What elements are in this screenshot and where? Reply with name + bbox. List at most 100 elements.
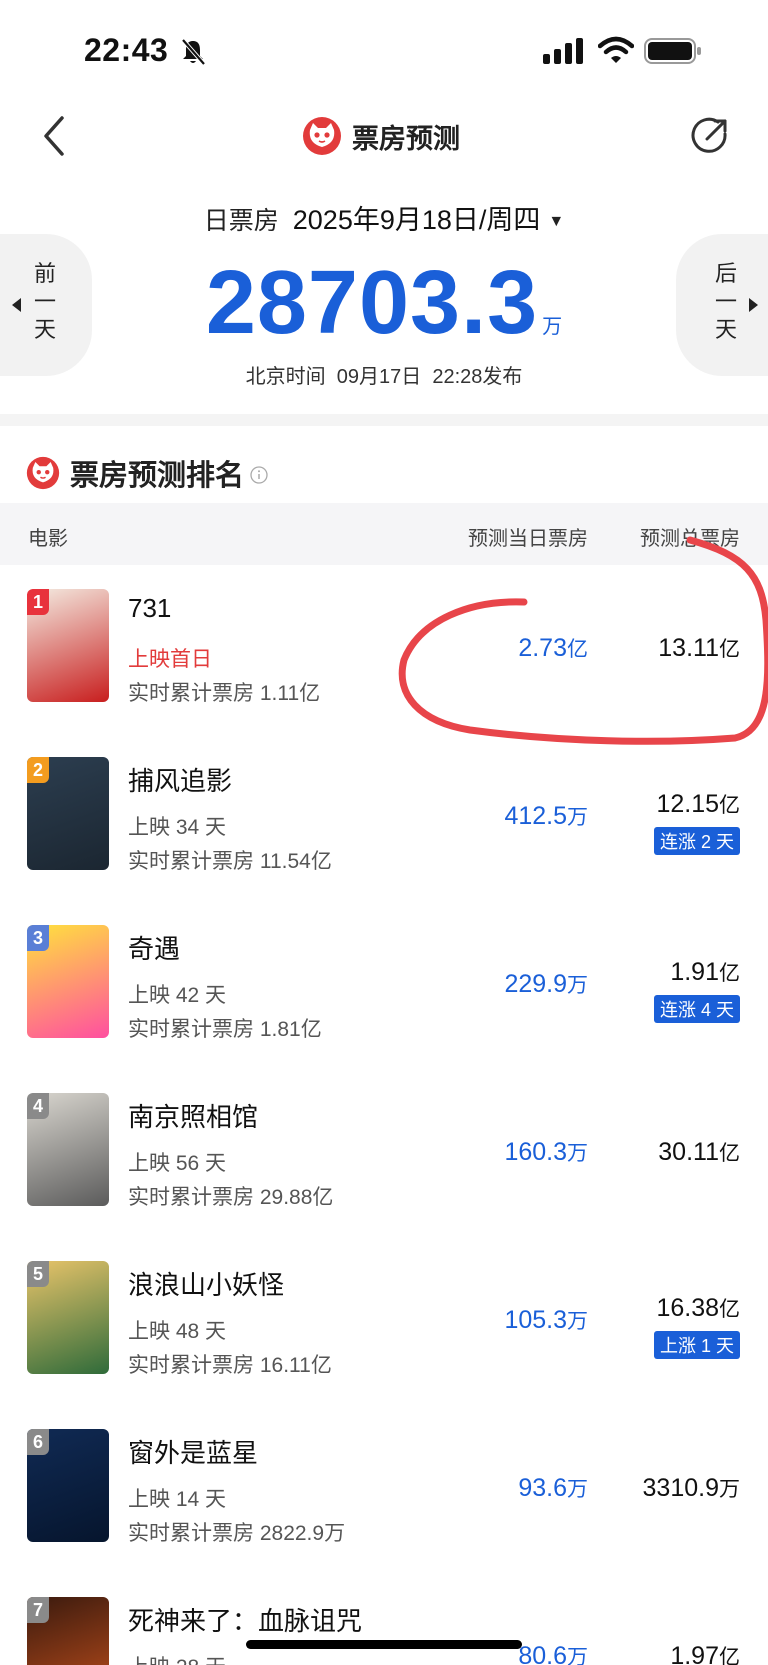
movie-row[interactable]: 5 浪浪山小妖怪上映 48 天实时累计票房 16.11亿 105.3万 16.38亿上… [0,1237,768,1405]
day-forecast-number: 105.3 [504,1306,567,1334]
dropdown-caret-icon[interactable]: ▼ [548,213,564,230]
day-forecast-unit: 万 [567,806,588,829]
total-forecast-number: 1.97 [670,1642,719,1665]
total-forecast-number: 30.11 [658,1138,719,1166]
day-forecast-number: 412.5 [504,802,567,830]
total-forecast-value: 30.11亿 [658,1137,740,1167]
movie-poster[interactable]: 4 [27,1093,109,1206]
movie-poster[interactable]: 6 [27,1429,109,1542]
battery-icon [644,38,701,64]
day-forecast-number: 93.6 [518,1474,567,1502]
cellular-signal-icon [543,38,583,64]
date-value[interactable]: 2025年9月18日/周四 [293,205,541,235]
release-status: 上映 48 天 [128,1320,227,1343]
day-forecast-number: 229.9 [504,970,567,998]
total-forecast-value: 1.97亿 [670,1641,740,1665]
movie-row[interactable]: 7 死神来了：血脉诅咒上映 28 天 80.6万 1.97亿 [0,1573,768,1665]
rank-badge: 3 [27,925,49,951]
status-bar: 22:43 [0,0,768,100]
movie-name[interactable]: 731 [128,593,171,624]
day-forecast-value: 80.6万 [518,1641,588,1665]
movie-poster[interactable]: 5 [27,1261,109,1374]
rank-badge: 1 [27,589,49,615]
release-status: 上映 56 天 [128,1152,227,1175]
day-forecast-value: 2.73亿 [518,633,588,663]
share-icon[interactable] [690,116,730,156]
day-forecast-value: 93.6万 [518,1473,588,1503]
box-office-total: 28703.3 万 [0,252,768,355]
day-forecast-number: 80.6 [518,1642,567,1665]
section-divider [0,414,768,426]
rank-badge: 2 [27,757,49,783]
publish-time: 北京时间 09月17日 22:28发布 [245,366,523,388]
movie-poster[interactable]: 1 [27,589,109,702]
day-forecast-unit: 万 [567,1478,588,1501]
day-forecast-unit: 万 [567,1310,588,1333]
total-forecast-value: 12.15亿 [656,789,740,819]
trend-badge: 连涨 4 天 [653,995,740,1023]
ranking-table-header: 电影 预测当日票房 预测总票房 [0,503,768,565]
day-forecast-value: 160.3万 [504,1137,588,1167]
cumulative-box-office: 实时累计票房 16.11亿 [128,1354,332,1377]
trend-badge: 上涨 1 天 [653,1331,740,1359]
total-forecast-number: 3310.9 [642,1474,719,1502]
rank-badge: 5 [27,1261,49,1287]
movie-name[interactable]: 窗外是蓝星 [128,1433,258,1470]
maoyan-cat-logo-icon [26,456,60,490]
page-title: 票房预测 [352,123,460,154]
cumulative-box-office: 实时累计票房 11.54亿 [128,850,332,873]
total-forecast-value: 3310.9万 [643,1473,740,1503]
maoyan-cat-logo-icon [303,117,341,155]
date-selector[interactable]: 日票房 2025年9月18日/周四 ▼ [0,198,768,237]
movie-poster[interactable]: 3 [27,925,109,1038]
day-forecast-value: 105.3万 [504,1305,588,1335]
movie-name[interactable]: 南京照相馆 [128,1097,258,1134]
wifi-icon [598,36,634,63]
day-forecast-unit: 万 [567,1646,588,1665]
release-status: 上映 28 天 [128,1651,226,1665]
info-icon[interactable] [250,466,268,484]
nav-title-group: 票房预测 [302,114,460,158]
movie-row[interactable]: 2 捕风追影 上映 34 天实时累计票房 11.54亿 412.5万 12.15亿 连涨 … [0,733,768,901]
cumulative-box-office: 实时累计票房 1.81亿 [128,1018,322,1041]
ranking-title: 票房预测排名 [70,460,245,492]
ranking-section-header: 票房预测排名 [26,452,268,494]
total-forecast-value: 1.91亿 [670,957,740,987]
movie-row[interactable]: 1 731 上映首日 实时累计票房 1.11亿 2.73亿 13.11亿 [0,565,768,733]
box-office-value: 28703.3 [205,253,539,353]
day-forecast-value: 229.9万 [504,969,588,999]
back-arrow-icon[interactable] [38,112,70,160]
box-office-unit: 万 [542,316,563,338]
movie-row[interactable]: 4 南京照相馆 上映 56 天实时累计票房 29.88亿 160.3万 30.11亿 [0,1069,768,1237]
total-forecast-unit: 亿 [719,794,740,817]
release-status: 上映首日 [128,648,212,671]
total-forecast-number: 12.15 [656,790,719,818]
total-forecast-unit: 亿 [719,1298,740,1321]
total-forecast-number: 16.38 [656,1294,719,1322]
column-total-forecast[interactable]: 预测总票房 [640,522,740,551]
trend-badge: 连涨 2 天 [653,827,740,855]
movie-row[interactable]: 6 窗外是蓝星 上映 14 天实时累计票房 2822.9万 93.6万 3310.9万 [0,1405,768,1573]
day-forecast-number: 2.73 [518,634,567,662]
date-type-label: 日票房 [203,207,279,235]
day-forecast-value: 412.5万 [504,801,588,831]
release-status: 上映 42 天 [128,984,227,1007]
movie-poster[interactable]: 2 [27,757,109,870]
bell-muted-icon [181,38,206,66]
movie-name[interactable]: 死神来了：血脉诅咒 [128,1601,362,1638]
day-forecast-unit: 亿 [567,638,588,661]
cumulative-box-office: 实时累计票房 2822.9万 [128,1522,346,1545]
release-status: 上映 34 天 [128,816,227,839]
movie-name[interactable]: 奇遇 [128,929,180,966]
total-forecast-unit: 亿 [719,1142,740,1165]
movie-row[interactable]: 3 奇遇上映 42 天实时累计票房 1.81亿 229.9万 1.91亿连涨 4 天 [0,901,768,1069]
movie-poster[interactable]: 7 [27,1597,109,1665]
day-forecast-unit: 万 [567,1142,588,1165]
total-forecast-unit: 亿 [719,962,740,985]
column-movie: 电影 [28,528,68,550]
column-day-forecast[interactable]: 预测当日票房 [468,522,588,551]
cumulative-box-office: 实时累计票房 1.11亿 [128,682,321,705]
day-forecast-number: 160.3 [504,1138,567,1166]
movie-name[interactable]: 浪浪山小妖怪 [128,1265,284,1302]
movie-name[interactable]: 捕风追影 [128,761,232,798]
